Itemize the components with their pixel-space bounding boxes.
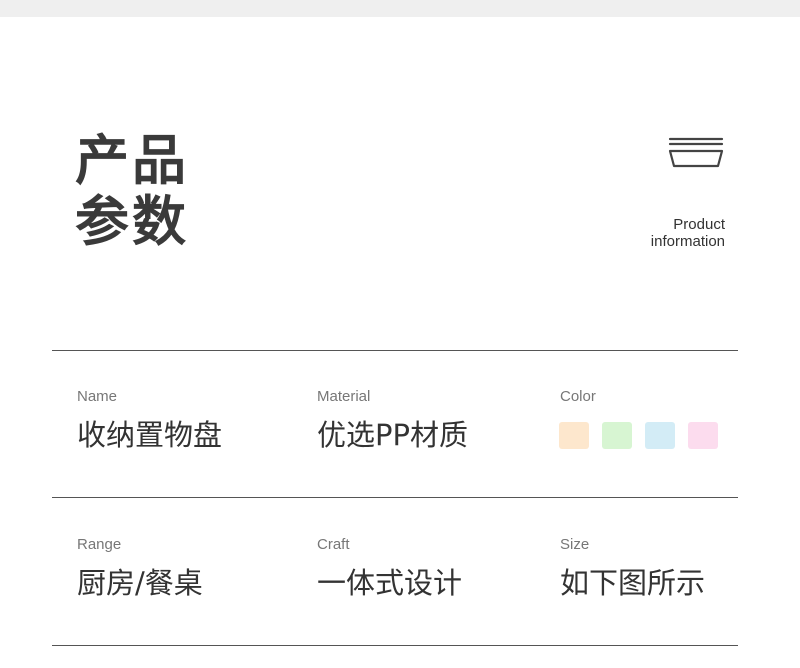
spec-label: Craft [317, 536, 350, 553]
title-line-1: 产品 [75, 129, 189, 192]
spec-label: Name [77, 388, 118, 405]
spec-craft: Craft 一体式设计 [317, 536, 462, 600]
color-swatch-blue [645, 422, 675, 449]
spec-value: 厨房/餐桌 [77, 566, 203, 600]
title-line-2: 参数 [75, 190, 189, 253]
spec-value: 如下图所示 [560, 566, 706, 600]
subtitle-line-2: information [650, 233, 725, 250]
divider [52, 350, 738, 351]
divider [52, 645, 738, 646]
page-title: 产品 参数 [75, 130, 189, 252]
color-swatch-green [602, 422, 632, 449]
top-band [0, 0, 800, 17]
spec-color: Color [560, 388, 596, 406]
subtitle-line-1: Product [673, 216, 725, 233]
spec-label: Range [77, 536, 122, 553]
spec-label: Size [560, 536, 590, 553]
spec-value: 一体式设计 [317, 566, 463, 600]
spec-range: Range 厨房/餐桌 [77, 536, 203, 600]
spec-material: Material 优选PP材质 [317, 388, 468, 452]
spec-label: Color [560, 388, 596, 405]
spec-value: 收纳置物盘 [77, 418, 223, 452]
spec-name: Name 收纳置物盘 [77, 388, 222, 452]
product-information-label: Product information [651, 216, 725, 250]
spec-label: Material [317, 388, 371, 405]
spec-value: 优选PP材质 [317, 418, 468, 452]
divider [52, 497, 738, 498]
tray-icon [668, 137, 724, 168]
color-swatch-pink [688, 422, 718, 449]
color-swatch-orange [559, 422, 589, 449]
spec-size: Size 如下图所示 [560, 536, 705, 600]
